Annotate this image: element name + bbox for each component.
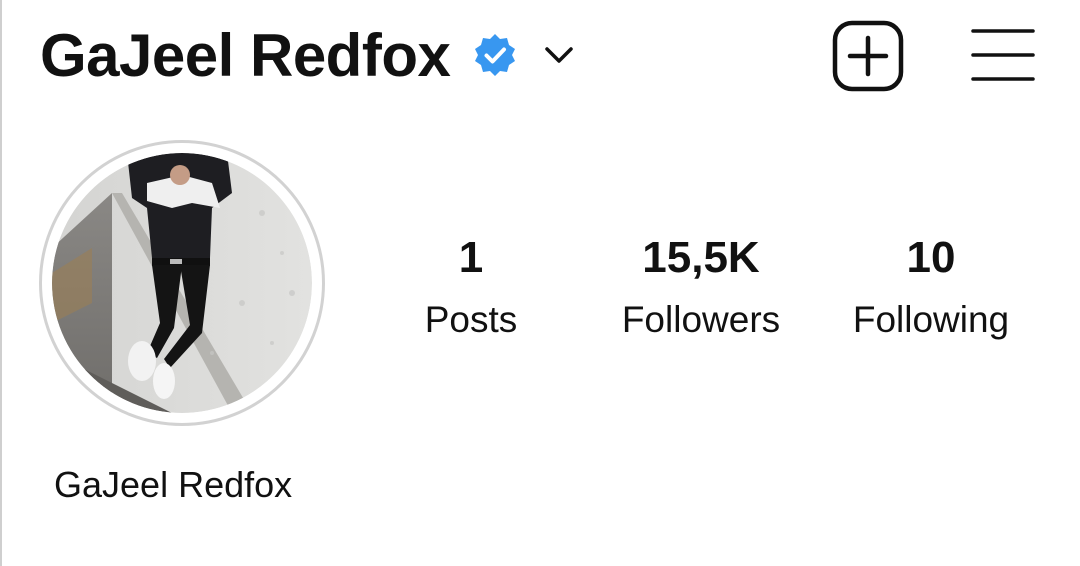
stat-followers[interactable]: 15,5K Followers xyxy=(591,228,811,348)
plus-square-icon xyxy=(832,20,904,92)
followers-count: 15,5K xyxy=(642,233,760,282)
create-post-button[interactable] xyxy=(832,20,904,92)
hamburger-menu-icon xyxy=(971,29,1035,81)
posts-label: Posts xyxy=(424,299,518,340)
followers-label: Followers xyxy=(621,299,781,340)
profile-header: GaJeel Redfox xyxy=(40,20,576,90)
menu-button[interactable] xyxy=(970,26,1036,84)
profile-display-name: GaJeel Redfox xyxy=(54,464,293,505)
stat-posts[interactable]: 1 Posts xyxy=(361,228,581,348)
stat-following[interactable]: 10 Following xyxy=(821,228,1041,348)
chevron-down-icon[interactable] xyxy=(542,38,576,72)
username-title[interactable]: GaJeel Redfox xyxy=(40,21,451,90)
verified-badge-icon xyxy=(472,32,518,78)
posts-count: 1 xyxy=(458,233,484,282)
following-count: 10 xyxy=(906,233,956,282)
profile-stats: 1 Posts 15,5K Followers 10 Following xyxy=(2,228,1080,358)
following-label: Following xyxy=(852,299,1010,340)
